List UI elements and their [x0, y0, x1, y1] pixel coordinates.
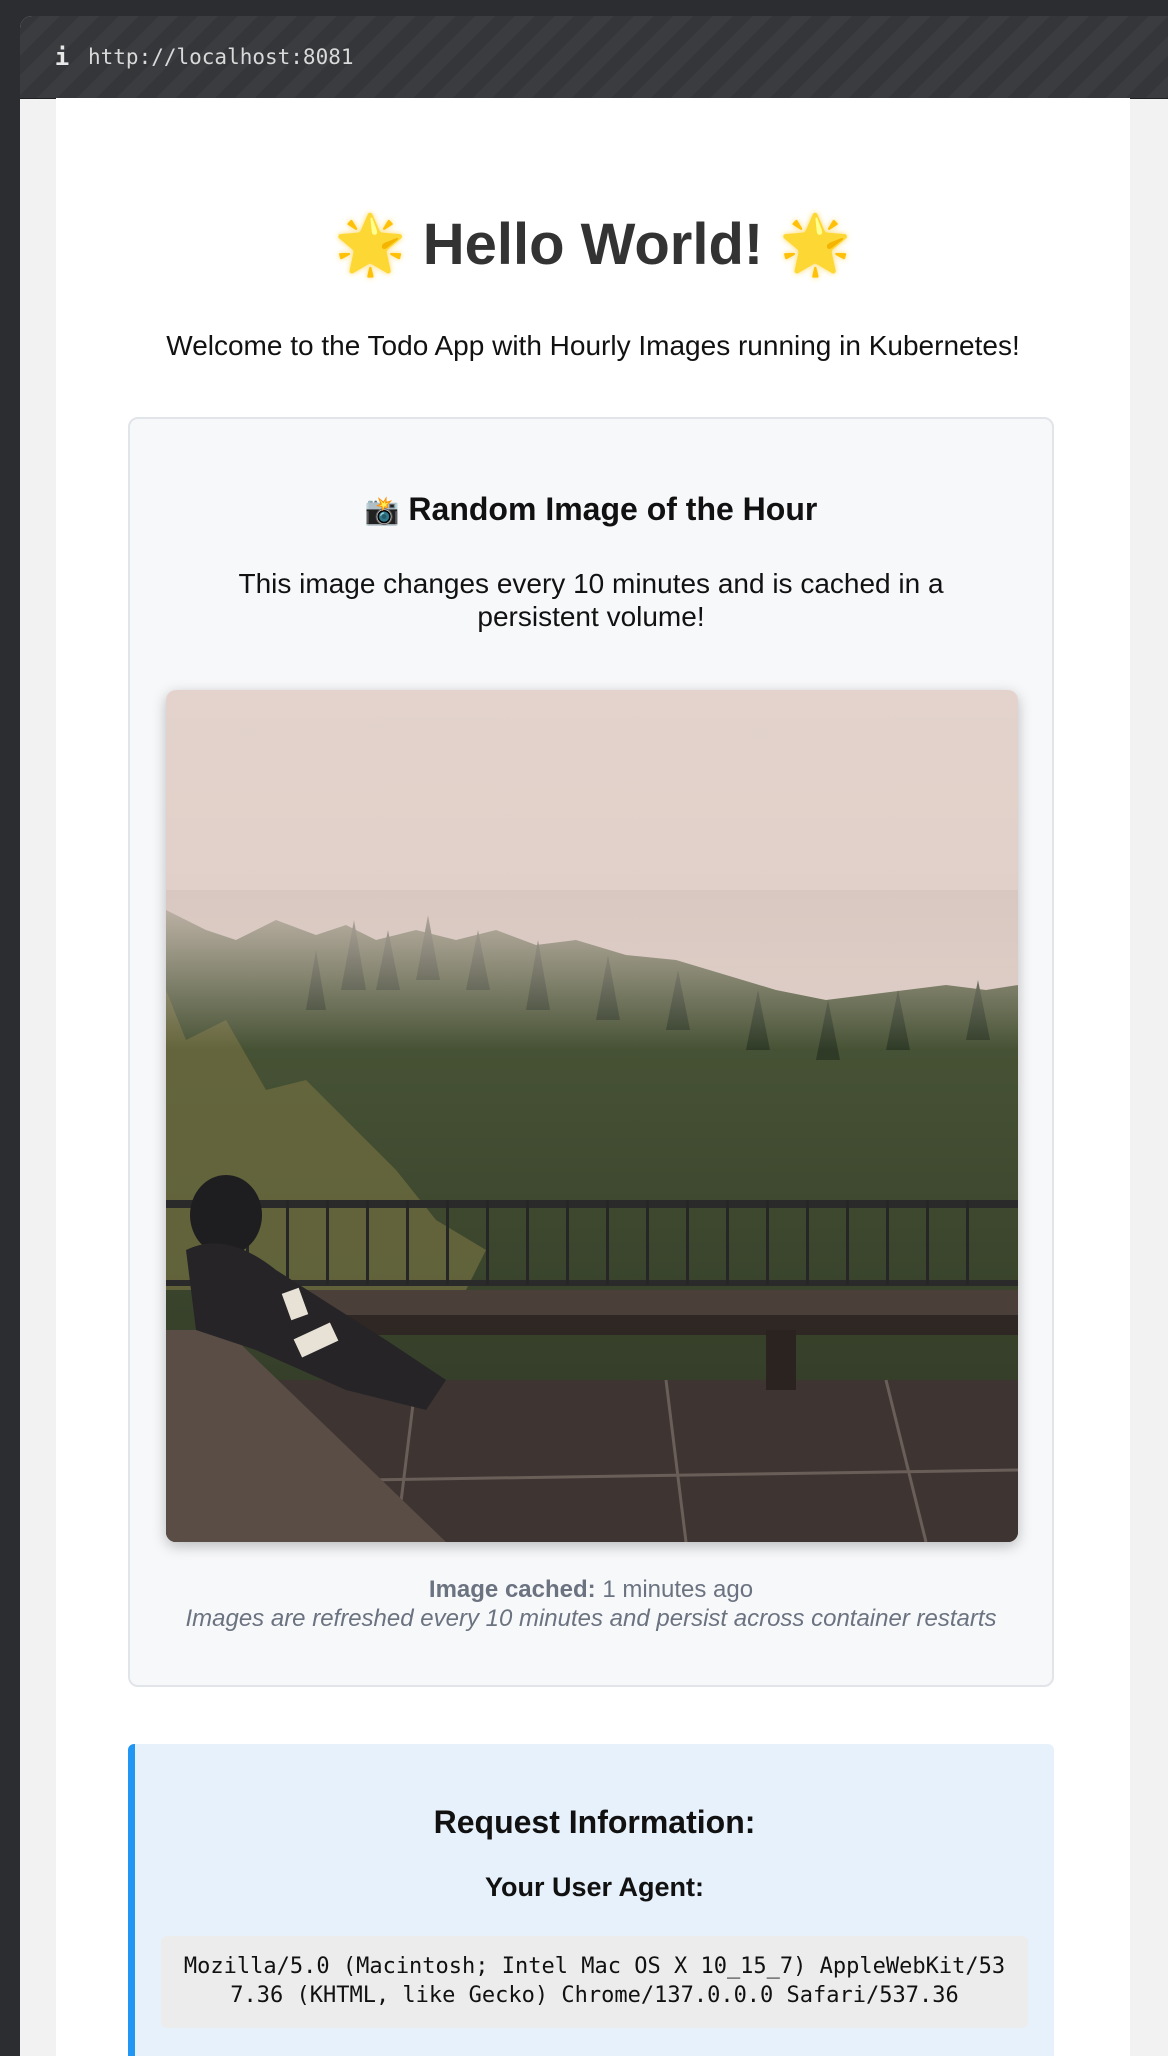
user-agent-label: Your User Agent:	[484, 1872, 705, 1902]
address-bar[interactable]: i http://localhost:8081	[20, 16, 1168, 99]
info-icon[interactable]: i	[48, 43, 76, 71]
user-agent-value: Mozilla/5.0 (Macintosh; Intel Mac OS X 1…	[161, 1936, 1028, 2028]
image-card: 📸 Random Image of the Hour This image ch…	[128, 417, 1054, 1687]
camera-icon: 📸	[364, 494, 400, 527]
cache-label: Image cached:	[428, 1576, 596, 1603]
cache-note: Images are refreshed every 10 minutes an…	[185, 1605, 997, 1632]
request-info-card: Request Information: Your User Agent: Mo…	[128, 1744, 1054, 2056]
browser-window: i http://localhost:8081 🌟 Hello World! 🌟…	[20, 16, 1168, 2056]
hourly-image	[166, 690, 1018, 1542]
star-icon: 🌟	[779, 210, 852, 278]
page-content: 🌟 Hello World! 🌟 Welcome to the Todo App…	[56, 98, 1130, 2056]
image-card-description: This image changes every 10 minutes and …	[238, 568, 944, 632]
cache-status: Image cached: 1 minutes ago	[130, 1576, 1052, 1604]
url-text[interactable]: http://localhost:8081	[88, 45, 354, 69]
image-card-title: 📸 Random Image of the Hour	[130, 491, 1052, 528]
page-title: 🌟 Hello World! 🌟	[56, 210, 1130, 279]
page-subtitle: Welcome to the Todo App with Hourly Imag…	[166, 330, 1020, 361]
image-card-title-text: Random Image of the Hour	[408, 491, 818, 527]
page-title-text: Hello World!	[422, 212, 764, 277]
star-icon: 🌟	[334, 210, 407, 278]
cache-value: 1 minutes ago	[602, 1576, 754, 1603]
request-info-title: Request Information:	[433, 1804, 756, 1840]
